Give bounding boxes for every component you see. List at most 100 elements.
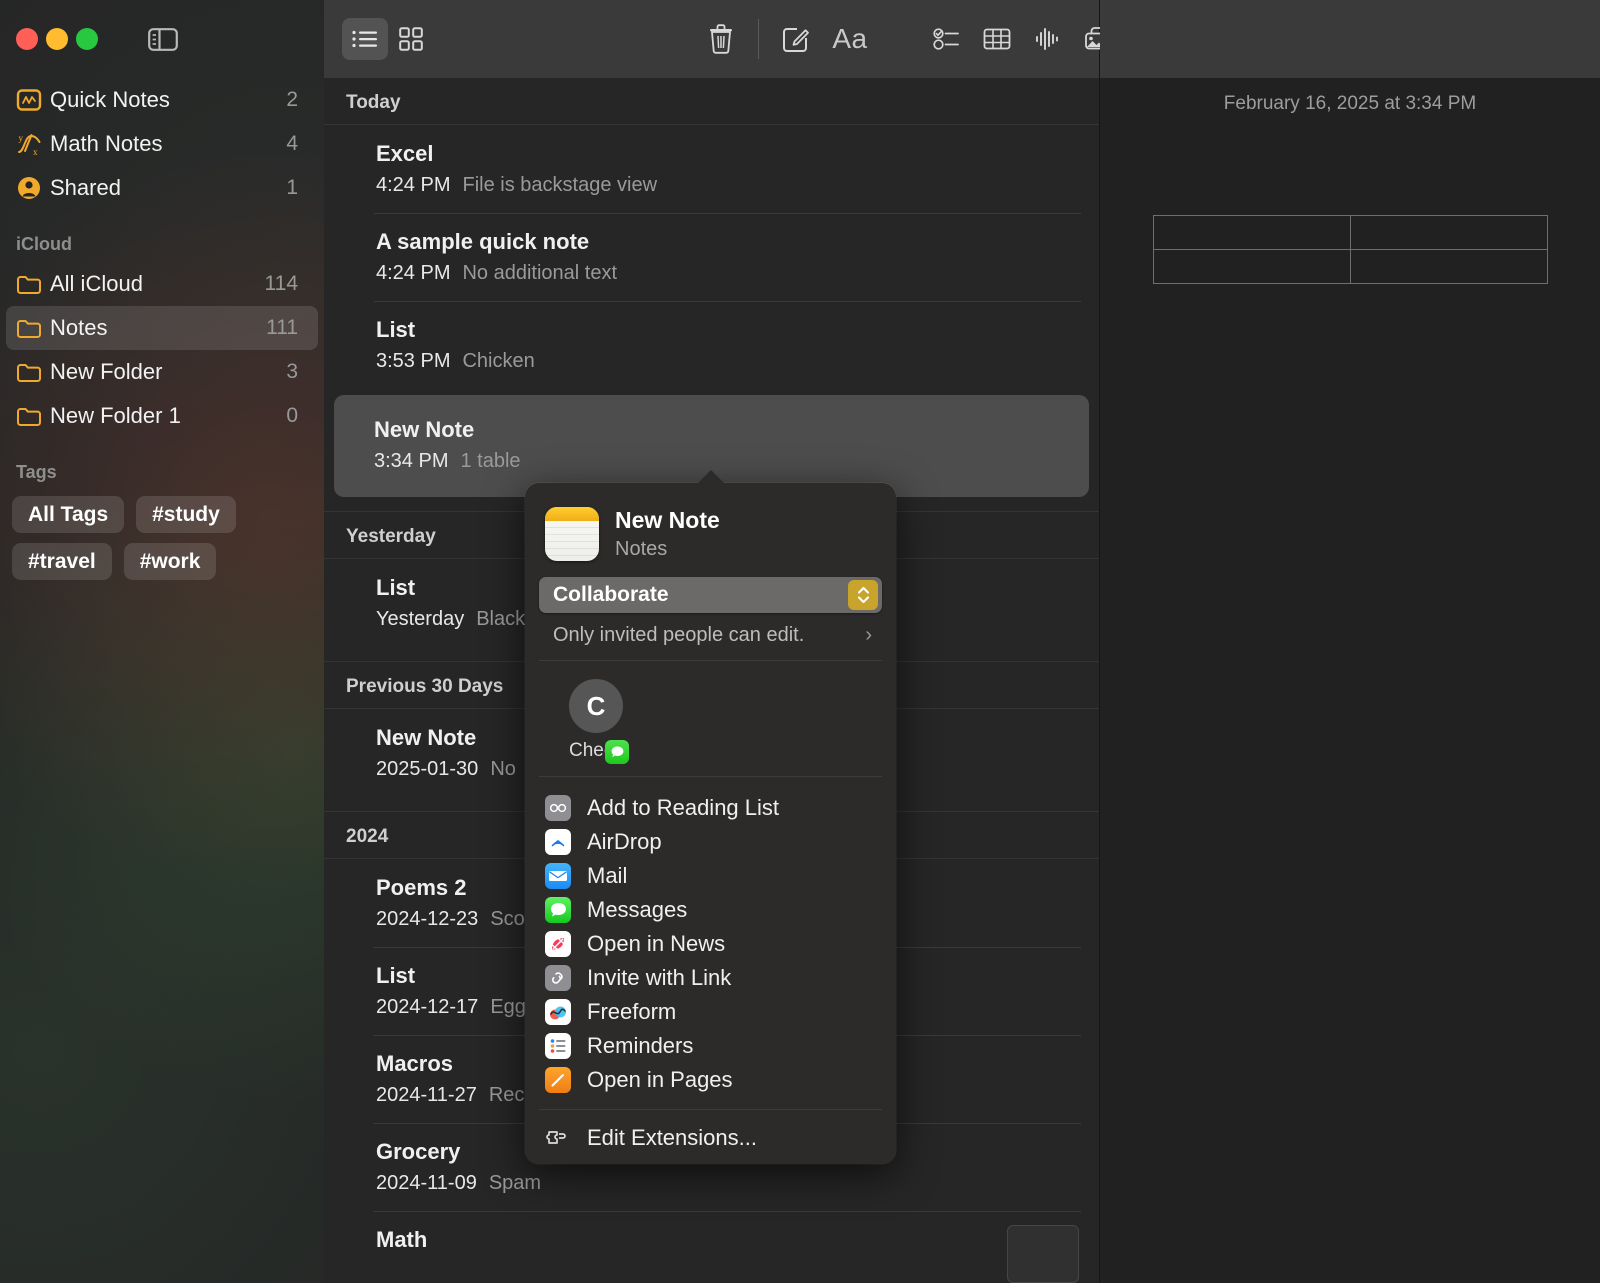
- menu-item-mail[interactable]: Mail: [525, 859, 896, 893]
- note-detail-column: February 16, 2025 at 3:34 PM: [1100, 0, 1600, 1283]
- sidebar-item-all-icloud[interactable]: All iCloud 114: [6, 262, 318, 306]
- note-date: 2024-11-27: [376, 1084, 477, 1106]
- menu-item-label: Invite with Link: [587, 965, 731, 991]
- table-cell[interactable]: [1350, 216, 1547, 250]
- table-row[interactable]: [1153, 250, 1547, 284]
- toolbar-divider: [758, 19, 759, 59]
- sidebar-item-count: 3: [286, 360, 298, 384]
- permission-row[interactable]: Only invited people can edit. ›: [539, 613, 882, 661]
- stepper-updown-icon[interactable]: [848, 580, 878, 610]
- tag-study[interactable]: #study: [136, 496, 236, 533]
- menu-item-edit-extensions[interactable]: Edit Extensions...: [525, 1122, 896, 1156]
- note-meta: 2024-11-09Spam: [376, 1172, 1087, 1195]
- table-cell[interactable]: [1153, 250, 1350, 284]
- minimize-button[interactable]: [46, 28, 68, 50]
- popover-header: New Note Notes: [525, 483, 896, 575]
- menu-item-open-in-news[interactable]: Open in News: [525, 927, 896, 961]
- folder-icon: [16, 406, 50, 427]
- menu-item-label: Add to Reading List: [587, 795, 779, 821]
- format-button[interactable]: Aa: [819, 18, 881, 60]
- note-date: 2024-12-17: [376, 996, 478, 1018]
- sidebar-section-tags: Tags: [0, 460, 324, 484]
- note-date: Yesterday: [376, 608, 464, 630]
- note-group-header: Today: [324, 78, 1099, 125]
- note-meta: 3:53 PMChicken: [376, 350, 1087, 373]
- person-chip[interactable]: C Chechi: [569, 679, 625, 762]
- sidebar-item-notes[interactable]: Notes 111: [6, 306, 318, 350]
- audio-button[interactable]: [1024, 18, 1070, 60]
- sidebar-item-count: 1: [286, 176, 298, 200]
- zoom-button[interactable]: [76, 28, 98, 50]
- menu-item-freeform[interactable]: Freeform: [525, 995, 896, 1029]
- gallery-view-button[interactable]: [388, 18, 434, 60]
- sidebar-item-new-folder-1[interactable]: New Folder 1 0: [6, 394, 318, 438]
- folder-icon: [16, 274, 50, 295]
- table-button[interactable]: [974, 18, 1020, 60]
- table-cell[interactable]: [1350, 250, 1547, 284]
- mail-icon: [545, 863, 571, 889]
- tag-work[interactable]: #work: [124, 543, 217, 580]
- note-list-item[interactable]: A sample quick note 4:24 PMNo additional…: [336, 213, 1087, 301]
- folder-icon: [16, 318, 50, 339]
- menu-item-label: Reminders: [587, 1033, 693, 1059]
- sidebar-item-shared[interactable]: Shared 1: [6, 166, 318, 210]
- note-date: 4:24 PM: [376, 174, 450, 196]
- reminders-icon: [545, 1033, 571, 1059]
- sidebar-toggle-icon[interactable]: [145, 24, 181, 54]
- menu-item-label: Open in Pages: [587, 1067, 733, 1093]
- close-button[interactable]: [16, 28, 38, 50]
- toolbar: Aa: [324, 0, 1099, 78]
- note-title: List: [376, 317, 1087, 343]
- note-preview: 1 table: [460, 450, 520, 472]
- messages-icon: [545, 897, 571, 923]
- collaborate-select[interactable]: Collaborate: [539, 577, 882, 613]
- menu-item-airdrop[interactable]: AirDrop: [525, 825, 896, 859]
- note-table[interactable]: [1153, 215, 1548, 284]
- sidebar-item-count: 114: [265, 272, 298, 296]
- avatar: C: [569, 679, 623, 733]
- airdrop-icon: [545, 829, 571, 855]
- notes-app-icon: [545, 507, 599, 561]
- note-meta: 4:24 PM File is backstage view: [376, 174, 1087, 197]
- note-list-item[interactable]: List 3:53 PMChicken: [336, 301, 1087, 389]
- sidebar-item-quick-notes[interactable]: Quick Notes 2: [6, 78, 318, 122]
- menu-item-open-in-pages[interactable]: Open in Pages: [525, 1063, 896, 1097]
- sidebar-item-label: All iCloud: [50, 271, 265, 297]
- table-cell[interactable]: [1153, 216, 1350, 250]
- sidebar-section-icloud: iCloud: [0, 232, 324, 256]
- list-view-button[interactable]: [342, 18, 388, 60]
- menu-item-reminders[interactable]: Reminders: [525, 1029, 896, 1063]
- sidebar-item-label: New Folder: [50, 359, 286, 385]
- pages-icon: [545, 1067, 571, 1093]
- note-meta: 3:34 PM1 table: [374, 450, 1089, 473]
- menu-item-add-to-reading-list[interactable]: Add to Reading List: [525, 791, 896, 825]
- note-title: A sample quick note: [376, 229, 1087, 255]
- svg-text:x: x: [33, 147, 38, 157]
- note-list-item[interactable]: Excel 4:24 PM File is backstage view: [336, 125, 1087, 213]
- note-preview: File is backstage view: [462, 174, 657, 196]
- note-preview: Rec: [489, 1084, 525, 1106]
- note-title: Excel: [376, 141, 1087, 167]
- table-row[interactable]: [1153, 216, 1547, 250]
- sidebar-item-new-folder[interactable]: New Folder 3: [6, 350, 318, 394]
- menu-item-messages[interactable]: Messages: [525, 893, 896, 927]
- titlebar-left: [0, 0, 324, 78]
- note-list-item[interactable]: Math: [336, 1211, 1087, 1276]
- popover-subtitle: Notes: [615, 538, 720, 561]
- note-date: 2024-12-23: [376, 908, 478, 930]
- collaborate-label: Collaborate: [553, 583, 848, 607]
- sidebar-item-label: Math Notes: [50, 131, 286, 157]
- note-detail-body[interactable]: [1100, 115, 1600, 284]
- compose-note-button[interactable]: [773, 18, 819, 60]
- delete-note-button[interactable]: [698, 18, 744, 60]
- svg-text:y: y: [19, 133, 24, 143]
- tag-travel[interactable]: #travel: [12, 543, 112, 580]
- sidebar-item-label: Quick Notes: [50, 87, 286, 113]
- menu-item-label: Messages: [587, 897, 687, 923]
- checklist-button[interactable]: [924, 18, 970, 60]
- menu-item-invite-with-link[interactable]: Invite with Link: [525, 961, 896, 995]
- sidebar-item-label: New Folder 1: [50, 403, 286, 429]
- tag-all-tags[interactable]: All Tags: [12, 496, 124, 533]
- aa-icon: Aa: [832, 23, 867, 55]
- sidebar-item-math-notes[interactable]: y x Math Notes 4: [6, 122, 318, 166]
